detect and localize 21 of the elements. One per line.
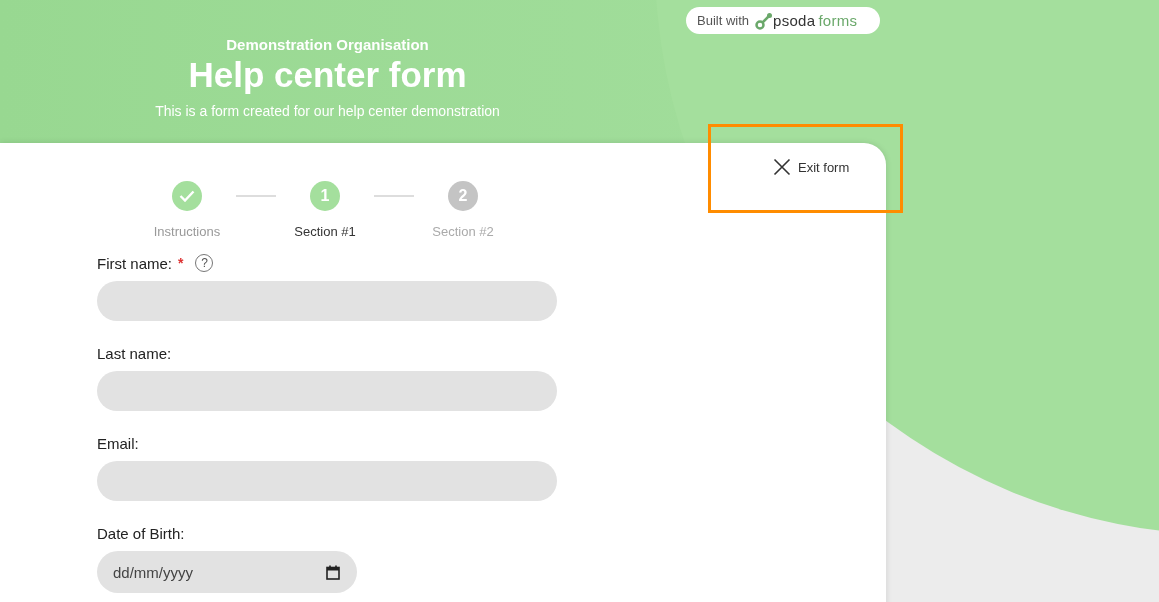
- step-label[interactable]: Section #1: [294, 224, 356, 239]
- calendar-icon[interactable]: [326, 565, 340, 580]
- required-mark: *: [178, 255, 184, 271]
- step-marker: 2: [448, 181, 478, 211]
- input-field[interactable]: [97, 461, 557, 501]
- check-icon: [179, 190, 195, 202]
- date-field[interactable]: dd/mm/yyyy: [97, 551, 357, 593]
- step-marker: 1: [310, 181, 340, 211]
- field-label: Date of Birth:: [97, 524, 185, 542]
- field-label: Email:: [97, 434, 139, 452]
- close-icon: [773, 158, 791, 176]
- key-icon: [755, 11, 774, 30]
- form-subtitle: This is a form created for our help center demonstration: [155, 103, 500, 119]
- input-field[interactable]: [97, 371, 557, 411]
- exit-form-button[interactable]: Exit form: [773, 158, 850, 176]
- form-title: Help center form: [188, 55, 467, 95]
- organisation-name: Demonstration Organisation: [226, 36, 429, 53]
- input-field[interactable]: [97, 281, 557, 321]
- built-with-badge[interactable]: Built with psoda forms: [686, 7, 880, 34]
- field-label: Last name:: [97, 344, 172, 362]
- field-label: First name:: [97, 254, 172, 272]
